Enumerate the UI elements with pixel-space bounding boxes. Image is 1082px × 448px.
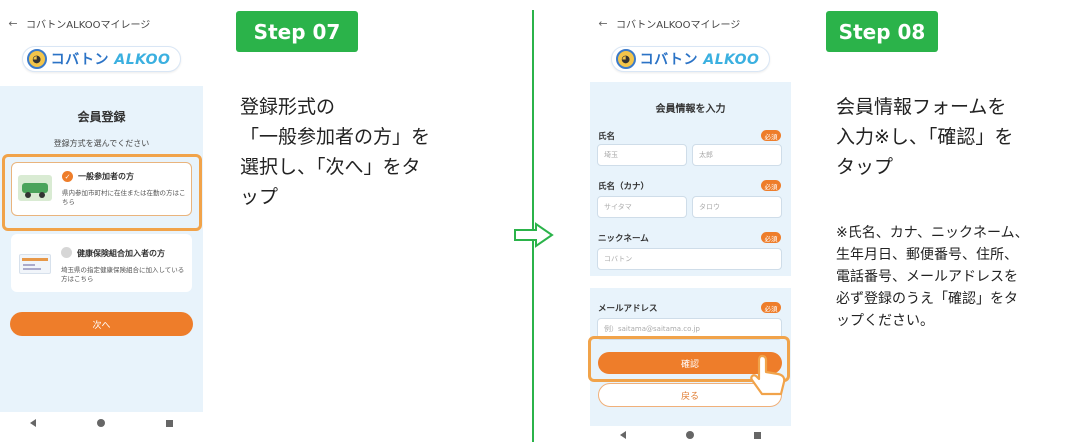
step08-note: ※氏名、カナ、ニックネーム、 生年月日、郵便番号、住所、 電話番号、メールアドレ…: [836, 225, 1029, 329]
app-logo: ◕ コバトン ALKOO: [0, 44, 203, 74]
required-badge: 必須: [761, 302, 781, 313]
nickname-label: ニックネーム: [598, 234, 649, 244]
selection-highlight: [2, 154, 202, 231]
app-bar: ← コバトンALKOOマイレージ: [0, 8, 203, 38]
kana-label: 氏名（カナ）: [598, 182, 650, 192]
step07-instruction: 登録形式の 「一般参加者の方」を 選択し、「次へ」をタ ップ: [240, 96, 431, 208]
logo-text: コバトン: [50, 52, 110, 68]
first-name-input[interactable]: 太郎: [692, 144, 782, 166]
logo-text: コバトン: [639, 52, 699, 68]
nav-home-icon[interactable]: [96, 419, 105, 427]
step08-badge: Step 08: [826, 11, 938, 52]
page-subtitle: 登録方式を選んでください: [53, 139, 150, 148]
nav-back-icon[interactable]: [620, 431, 626, 439]
page-title: 会員登録: [77, 110, 126, 124]
required-badge: 必須: [761, 130, 781, 141]
kobaton-mascot-icon: ◕: [615, 49, 636, 69]
android-nav-bar: [0, 412, 203, 434]
name-label: 氏名: [598, 132, 616, 142]
app-bar: ← コバトンALKOOマイレージ: [590, 8, 791, 38]
nav-home-icon[interactable]: [686, 431, 694, 439]
app-title: コバトンALKOOマイレージ: [26, 19, 151, 31]
required-badge: 必須: [761, 232, 781, 243]
right-phone-screen: ← コバトンALKOOマイレージ ◕ コバトン ALKOO 会員情報を入力 氏名…: [588, 0, 791, 448]
content-panel: 会員登録 登録方式を選んでください ✓ 一般参加者の方 県内参加市町村に在住また…: [0, 86, 203, 412]
nav-recents-icon[interactable]: [754, 431, 761, 439]
right-arrow-icon: [514, 222, 554, 248]
app-logo: ◕ コバトン ALKOO: [590, 44, 791, 74]
back-arrow-icon[interactable]: ←: [0, 17, 26, 30]
form-panel: 会員情報を入力 氏名 必須 埼玉 太郎 氏名（カナ） 必須 サイタマ タロウ ニ…: [590, 82, 791, 276]
option-health-insurance[interactable]: 健康保険組合加入者の方 埼玉県の指定健康保険組合に加入している方はこちら: [11, 234, 192, 292]
form-title: 会員情報を入力: [655, 104, 726, 115]
back-arrow-icon[interactable]: ←: [590, 17, 616, 30]
nav-recents-icon[interactable]: [165, 419, 173, 427]
unchecked-radio-icon[interactable]: [61, 247, 72, 258]
first-name-kana-input[interactable]: タロウ: [692, 196, 782, 218]
last-name-kana-input[interactable]: サイタマ: [597, 196, 687, 218]
nickname-input[interactable]: コバトン: [597, 248, 782, 270]
email-label: メールアドレス: [598, 304, 658, 314]
logo-text-en: ALKOO: [114, 52, 171, 68]
option2-description: 埼玉県の指定健康保険組合に加入している方はこちら: [61, 266, 185, 283]
tap-hand-icon: [748, 352, 790, 398]
next-button[interactable]: 次へ: [10, 312, 193, 336]
option2-label: 健康保険組合加入者の方: [77, 249, 165, 258]
step07-badge: Step 07: [236, 11, 358, 52]
nav-back-icon[interactable]: [30, 419, 37, 427]
android-nav-bar: [590, 424, 791, 446]
logo-text-en: ALKOO: [703, 52, 760, 68]
required-badge: 必須: [761, 180, 781, 191]
app-title: コバトンALKOOマイレージ: [616, 19, 741, 31]
last-name-input[interactable]: 埼玉: [597, 144, 687, 166]
kobaton-mascot-icon: ◕: [26, 49, 47, 69]
left-phone-screen: ← コバトンALKOOマイレージ ◕ コバトン ALKOO 会員登録 登録方式を…: [0, 0, 203, 448]
step08-instruction: 会員情報フォームを 入力※し、「確認」を タップ: [836, 96, 1014, 178]
insurance-card-icon: [19, 254, 51, 274]
